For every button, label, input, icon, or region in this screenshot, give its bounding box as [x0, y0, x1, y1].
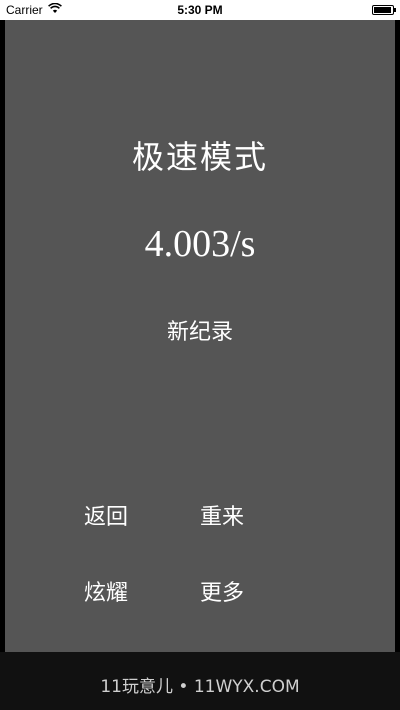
more-button[interactable]: 更多 — [187, 576, 257, 612]
result-time: 4.003/s — [144, 223, 256, 265]
mode-title: 极速模式 — [131, 138, 268, 176]
watermark: 11玩意儿 • 11WYX.COM — [0, 652, 400, 710]
battery-fill — [374, 7, 392, 13]
retry-button[interactable]: 重来 — [187, 500, 257, 536]
new-record-label: 新纪录 — [166, 320, 233, 345]
battery-icon — [372, 5, 396, 15]
result-screen: 极速模式 4.003/s 新纪录 返回 重来 炫耀 更多 — [5, 20, 395, 652]
back-button[interactable]: 返回 — [71, 500, 141, 536]
battery-nub — [394, 8, 396, 12]
status-bar: Carrier 5:30 PM — [0, 0, 400, 20]
share-button[interactable]: 炫耀 — [71, 576, 141, 612]
status-time: 5:30 PM — [177, 3, 223, 17]
